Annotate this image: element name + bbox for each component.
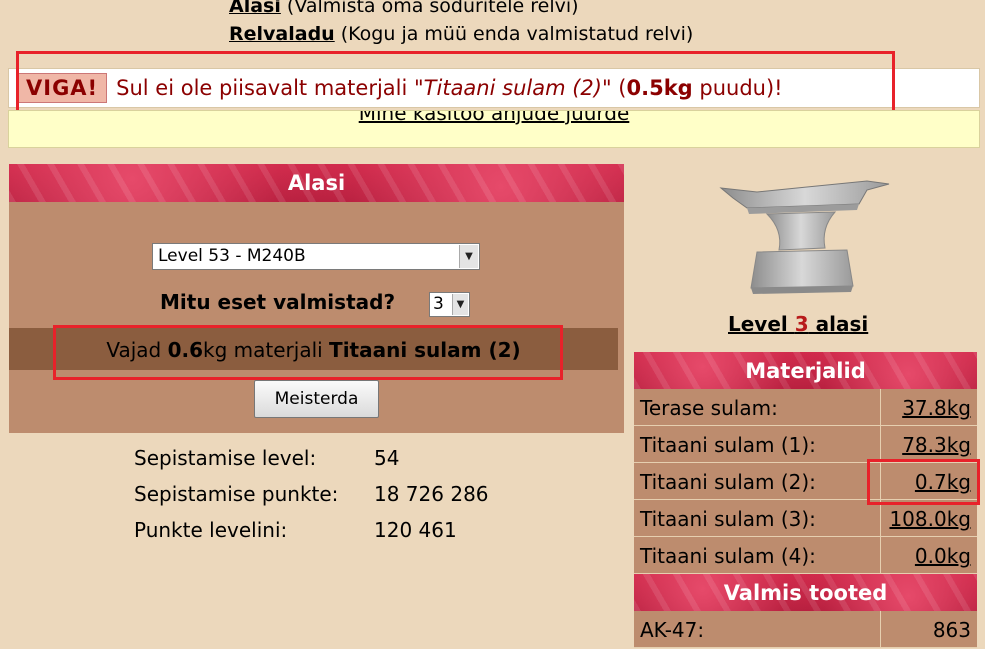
anvil-icon [719, 180, 890, 294]
stat-label: Sepistamise punkte: [134, 482, 339, 506]
top-links: Alasi (Valmista oma sõduritele relvi) Re… [229, 0, 693, 48]
material-amount-link[interactable]: 37.8kg [881, 389, 977, 425]
count-select[interactable]: 3 ▼ [429, 292, 470, 317]
weapon-select[interactable]: Level 53 - M240B ▼ [152, 243, 480, 270]
material-name: Titaani sulam (3): [634, 500, 881, 536]
back-to-forges-link[interactable]: Mine kasitöö ahjude juurde [359, 111, 630, 125]
highlight-box-material [867, 459, 980, 505]
material-name: Terase sulam: [634, 389, 881, 425]
stat-row: Sepistamise level: 54 [134, 440, 489, 476]
material-name: Titaani sulam (4): [634, 537, 881, 573]
stat-value: 120 461 [374, 518, 457, 542]
nav-relvaladu: Relvaladu (Kogu ja müü enda valmistatud … [229, 20, 693, 48]
alasi-header: Alasi [9, 164, 624, 202]
material-row: Titaani sulam (4): 0.0kg [634, 537, 977, 574]
stat-value: 54 [374, 446, 400, 470]
products-table: AK-47: 863 [634, 611, 977, 648]
material-amount-link[interactable]: 108.0kg [881, 500, 977, 536]
materials-title: Materjalid [745, 358, 866, 383]
nav-alasi: Alasi (Valmista oma sõduritele relvi) [229, 0, 693, 20]
product-row: AK-47: 863 [634, 611, 977, 648]
count-label: Mitu eset valmistad? [160, 290, 396, 314]
weapon-select-value: Level 53 - M240B [158, 246, 306, 266]
relvaladu-link[interactable]: Relvaladu [229, 23, 335, 45]
craft-button[interactable]: Meisterda [254, 380, 379, 418]
count-select-value: 3 [433, 294, 444, 314]
material-row: Titaani sulam (3): 108.0kg [634, 500, 977, 537]
anvil-level-suffix: alasi [808, 312, 869, 336]
materials-header: Materjalid [634, 352, 977, 389]
chevron-down-icon[interactable]: ▼ [452, 294, 468, 315]
anvil-level-prefix: Level [728, 312, 795, 336]
products-title: Valmis tooted [723, 580, 888, 605]
stat-row: Punkte levelini: 120 461 [134, 512, 489, 548]
product-name: AK-47: [634, 611, 881, 647]
alasi-title: Alasi [287, 171, 346, 195]
back-link-bar: Mine kasitöö ahjude juurde [8, 110, 980, 148]
anvil-level-number: 3 [794, 312, 809, 336]
alasi-link-desc: (Valmista oma sõduritele relvi) [286, 0, 579, 17]
stat-label: Punkte levelini: [134, 518, 288, 542]
material-amount-link[interactable]: 0.0kg [881, 537, 977, 573]
forging-stats: Sepistamise level: 54 Sepistamise punkte… [134, 440, 489, 548]
material-amount-link[interactable]: 78.3kg [881, 426, 977, 462]
products-header: Valmis tooted [634, 574, 977, 611]
material-name: Titaani sulam (2): [634, 463, 881, 499]
relvaladu-link-desc: (Kogu ja müü enda valmistatud relvi) [340, 23, 694, 45]
material-name: Titaani sulam (1): [634, 426, 881, 462]
stat-value: 18 726 286 [374, 482, 489, 506]
alasi-link[interactable]: Alasi [229, 0, 281, 17]
product-count: 863 [932, 618, 971, 642]
stat-row: Sepistamise punkte: 18 726 286 [134, 476, 489, 512]
material-row: Terase sulam: 37.8kg [634, 389, 977, 426]
stat-label: Sepistamise level: [134, 446, 317, 470]
highlight-box-need [53, 325, 563, 380]
material-row: Titaani sulam (1): 78.3kg [634, 426, 977, 463]
anvil-level-title[interactable]: Level 3 alasi [728, 312, 868, 336]
chevron-down-icon[interactable]: ▼ [459, 245, 478, 268]
